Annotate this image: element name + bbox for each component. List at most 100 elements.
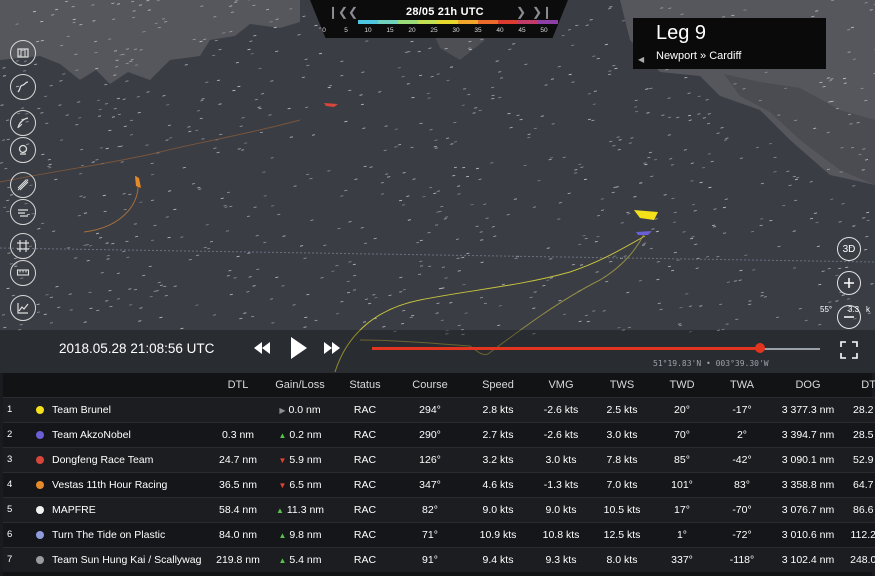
race-map[interactable]: ❙❮ ❮ 28/05 21h UTC ❯ ❯❙ 0 5 10 15 20 25 30 35 40… [0, 0, 875, 373]
status-cell: RAC [336, 421, 394, 447]
table-row[interactable]: 4 Vestas 11th Hour Racing 36.5 nm ▼ 6.5 nm RA… [3, 471, 875, 497]
graph-icon[interactable] [10, 295, 36, 321]
dog-cell: 3 394.7 nm [772, 421, 844, 447]
column-header[interactable]: DTF [844, 373, 875, 397]
twd-cell: 17° [652, 496, 712, 522]
column-header[interactable]: TWD [652, 373, 712, 397]
team-color-dot [36, 455, 44, 464]
wind-scale-label: 35 [474, 27, 482, 34]
chevron-right-icon[interactable]: ❯ [516, 5, 526, 19]
column-header[interactable]: DOG [772, 373, 844, 397]
wind-layer-icon[interactable] [10, 110, 36, 136]
team-color-dot [36, 530, 44, 539]
tws-cell: 8.0 kts [592, 546, 652, 572]
dog-cell: 3 377.3 nm [772, 396, 844, 422]
team-cell: Team Brunel [36, 396, 212, 422]
gain-cell: ▲ 0.2 nm [264, 421, 336, 447]
wind-scale-bar [358, 20, 558, 24]
timeline-handle[interactable] [754, 343, 765, 353]
ruler-icon[interactable] [10, 260, 36, 286]
table-row[interactable]: 5 MAPFRE 58.4 nm ▲ 11.3 nm RAC 82° 9.0 kts 9.0 k… [3, 496, 875, 522]
status-cell: RAC [336, 521, 394, 547]
map-layers-icon[interactable] [10, 40, 36, 66]
timeline-slider[interactable] [372, 343, 820, 353]
view-3d-label: 3D [842, 243, 856, 255]
forecast-date: 28/05 21h UTC [406, 6, 484, 18]
dog-cell: 3 102.4 nm [772, 546, 844, 572]
fast-forward-icon[interactable] [324, 342, 340, 354]
chevron-left-icon[interactable]: ❮ [348, 5, 358, 19]
skip-forward-icon[interactable]: ❯❙ [532, 5, 552, 19]
gain-cell: ▼ 5.9 nm [264, 446, 336, 472]
plus-icon[interactable] [837, 271, 861, 295]
tilt-readout: 55° [820, 305, 833, 314]
table-row[interactable]: 1 Team Brunel ▶ 0.0 nm RAC 294° 2.8 kts -2.6 kt… [3, 396, 875, 422]
play-icon[interactable] [290, 337, 308, 359]
dtf-cell: 28.2 nm [844, 396, 875, 422]
collapse-arrow-icon[interactable]: ◀ [638, 55, 644, 64]
location-icon[interactable] [10, 137, 36, 163]
column-header[interactable]: Status [336, 373, 394, 397]
wind-scale-label: 45 [518, 27, 526, 34]
rank-cell: 3 [3, 446, 36, 472]
twd-cell: 70° [652, 421, 712, 447]
twd-cell: 1° [652, 521, 712, 547]
table-row[interactable]: 7 Team Sun Hung Kai / Scallywag 219.8 nm ▲ 5… [3, 546, 875, 572]
current-layer-icon[interactable] [10, 199, 36, 225]
team-color-dot [36, 430, 44, 439]
dog-cell: 3 090.1 nm [772, 446, 844, 472]
exclusion-zone-icon[interactable] [10, 172, 36, 198]
speed-cell: 10.9 kts [466, 521, 530, 547]
vmg-cell: 10.8 kts [530, 521, 592, 547]
tws-cell: 2.5 kts [592, 396, 652, 422]
twd-cell: 337° [652, 546, 712, 572]
table-row[interactable]: 3 Dongfeng Race Team 24.7 nm ▼ 5.9 nm RAC 126°… [3, 446, 875, 472]
table-row[interactable]: 2 Team AkzoNobel 0.3 nm ▲ 0.2 nm RAC 290° 2.7 k… [3, 421, 875, 447]
team-name: Team Sun Hung Kai / Scallywag [52, 553, 202, 566]
rewind-icon[interactable] [254, 342, 270, 354]
dtf-cell: 52.9 nm [844, 446, 875, 472]
trend-icon: ▲ [278, 530, 287, 540]
twd-cell: 101° [652, 471, 712, 497]
gain-cell: ▲ 11.3 nm [264, 496, 336, 522]
column-header[interactable]: VMG [530, 373, 592, 397]
dtf-cell: 28.5 nm [844, 421, 875, 447]
column-header[interactable]: TWS [592, 373, 652, 397]
status-cell: RAC [336, 496, 394, 522]
status-cell: RAC [336, 471, 394, 497]
leg-panel: Leg 9 ◀ Newport » Cardiff [633, 18, 826, 69]
view-3d-button[interactable]: 3D [837, 237, 861, 261]
rank-cell: 2 [3, 421, 36, 447]
twa-cell: -118° [712, 546, 772, 572]
column-header[interactable]: Speed [466, 373, 530, 397]
wind-scale-label: 20 [408, 27, 416, 34]
table-header: DTL Gain/Loss Status Course Speed VMG TWS TWD TW… [3, 373, 875, 397]
dtl-cell: 58.4 nm [212, 496, 264, 522]
course-cell: 126° [394, 446, 466, 472]
column-header[interactable]: TWA [712, 373, 772, 397]
fullscreen-icon[interactable] [840, 341, 858, 359]
dtl-cell: 24.7 nm [212, 446, 264, 472]
dog-cell: 3 358.8 nm [772, 471, 844, 497]
column-header[interactable]: Gain/Loss [264, 373, 336, 397]
cursor-coordinates: 51°19.83'N • 003°39.30'W [653, 359, 769, 368]
dtl-cell: 84.0 nm [212, 521, 264, 547]
tws-cell: 7.8 kts [592, 446, 652, 472]
team-cell: Vestas 11th Hour Racing [36, 471, 212, 497]
rank-cell: 5 [3, 496, 36, 522]
trend-icon: ▲ [275, 505, 284, 515]
course-cell: 347° [394, 471, 466, 497]
dtf-cell: 64.7 nm [844, 471, 875, 497]
trend-icon: ▲ [278, 555, 287, 565]
grid-icon[interactable] [10, 233, 36, 259]
table-row[interactable]: 6 Turn The Tide on Plastic 84.0 nm ▲ 9.8 nm R… [3, 521, 875, 547]
time-navigation-bar: ❙❮ ❮ 28/05 21h UTC ❯ ❯❙ 0 5 10 15 20 25 30 35 40… [310, 0, 568, 38]
speed-cell: 9.0 kts [466, 496, 530, 522]
timeline-progress [372, 347, 760, 350]
rank-cell: 6 [3, 521, 36, 547]
dtl-cell: 0.3 nm [212, 421, 264, 447]
column-header[interactable]: DTL [212, 373, 264, 397]
route-icon[interactable] [10, 74, 36, 100]
skip-back-icon[interactable]: ❙❮ [328, 5, 348, 19]
column-header[interactable]: Course [394, 373, 466, 397]
